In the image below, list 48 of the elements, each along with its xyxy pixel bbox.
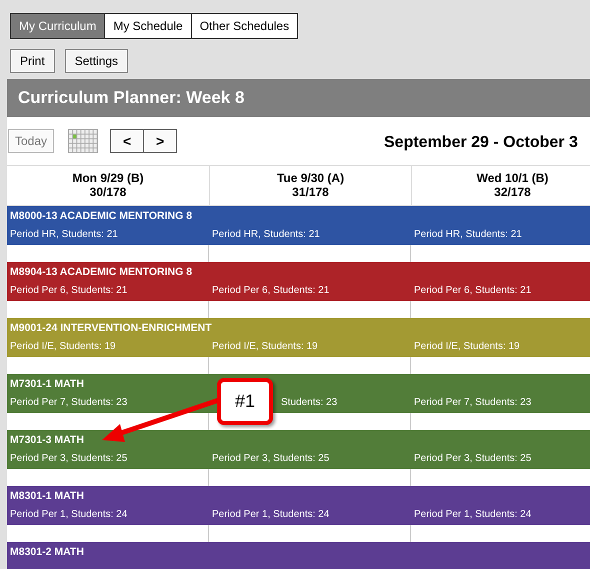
course-title: M7301-3 MATH xyxy=(9,433,84,448)
tab[interactable]: My Schedule xyxy=(104,13,192,39)
period-info: Period I/E, Students: 19 xyxy=(212,341,318,352)
period-info: Period Per 6, Students: 21 xyxy=(414,285,532,296)
period-info: Period HR, Students: 21 xyxy=(414,229,522,240)
today-button[interactable]: Today xyxy=(8,129,54,153)
course-title: M8904-13 ACADEMIC MENTORING 8 xyxy=(9,265,192,280)
period-info: Period Per 3, Students: 25 xyxy=(212,453,330,464)
period-info: Period Per 7, Students: 23 xyxy=(414,397,532,408)
course-bar[interactable]: M8301-1 MATH Period Per 1, Students: 24 Period Per 1, Students: 24 Period Per 1, Students: 24 xyxy=(7,486,590,525)
period-info: Period HR, Students: 21 xyxy=(10,229,118,240)
period-info: Period HR, Students: 21 xyxy=(212,229,320,240)
planner-title: Curriculum Planner: Week 8 xyxy=(7,79,590,117)
period-info: Period Per 3, Students: 25 xyxy=(10,453,128,464)
action-button[interactable]: Print xyxy=(10,49,55,73)
period-info: Period Per 1, Students: 24 xyxy=(212,509,330,520)
period-info: Period Per 1, Students: 24 xyxy=(10,509,128,520)
course-title: M8301-2 MATH xyxy=(9,545,84,560)
day-count: 32/178 xyxy=(493,185,532,199)
tab[interactable]: My Curriculum xyxy=(10,13,106,39)
calendar-icon[interactable] xyxy=(68,129,98,153)
period-info: Period Per 6, Students: 21 xyxy=(212,285,330,296)
course-bar[interactable]: M8301-2 MATH xyxy=(7,542,590,569)
course-bar[interactable]: M8000-13 ACADEMIC MENTORING 8 Period HR, Students: 21 Period HR, Students: 21 Period HR, Students: 21 xyxy=(7,206,590,245)
period-info: Period Per 6, Students: 21 xyxy=(10,285,128,296)
previous-button[interactable]: < xyxy=(110,129,144,153)
tab[interactable]: Other Schedules xyxy=(190,13,298,39)
period-info: Period Per 3, Students: 25 xyxy=(414,453,532,464)
next-button[interactable]: > xyxy=(143,129,178,153)
day-count: 31/178 xyxy=(291,185,330,199)
callout-label: #1 xyxy=(217,378,273,425)
day-label: Tue 9/30 (A) xyxy=(276,171,346,185)
course-title: M8301-1 MATH xyxy=(9,489,84,504)
action-button[interactable]: Settings xyxy=(64,49,128,73)
period-info: Period Per 7, Students: 23 xyxy=(10,397,128,408)
day-label: Mon 9/29 (B) xyxy=(71,171,145,185)
course-title: M8000-13 ACADEMIC MENTORING 8 xyxy=(9,209,192,224)
period-info: Period Per 1, Students: 24 xyxy=(414,509,532,520)
period-info: Period I/E, Students: 19 xyxy=(414,341,520,352)
date-range: September 29 - October 3 xyxy=(384,133,578,153)
course-bar[interactable]: M8904-13 ACADEMIC MENTORING 8 Period Per 6, Students: 21 Period Per 6, Students: 21 Period Per 6, Students: 21 xyxy=(7,262,590,301)
course-bar[interactable]: M7301-3 MATH Period Per 3, Students: 25 Period Per 3, Students: 25 Period Per 3, Students: 25 xyxy=(7,430,590,469)
day-label: Wed 10/1 (B) xyxy=(476,171,550,185)
day-count: 30/178 xyxy=(88,185,128,199)
course-title: M9001-24 INTERVENTION-ENRICHMENT xyxy=(9,321,212,336)
course-title: M7301-1 MATH xyxy=(9,377,84,392)
period-info: Students: 23 xyxy=(281,397,338,408)
period-info: Period I/E, Students: 19 xyxy=(10,341,116,352)
